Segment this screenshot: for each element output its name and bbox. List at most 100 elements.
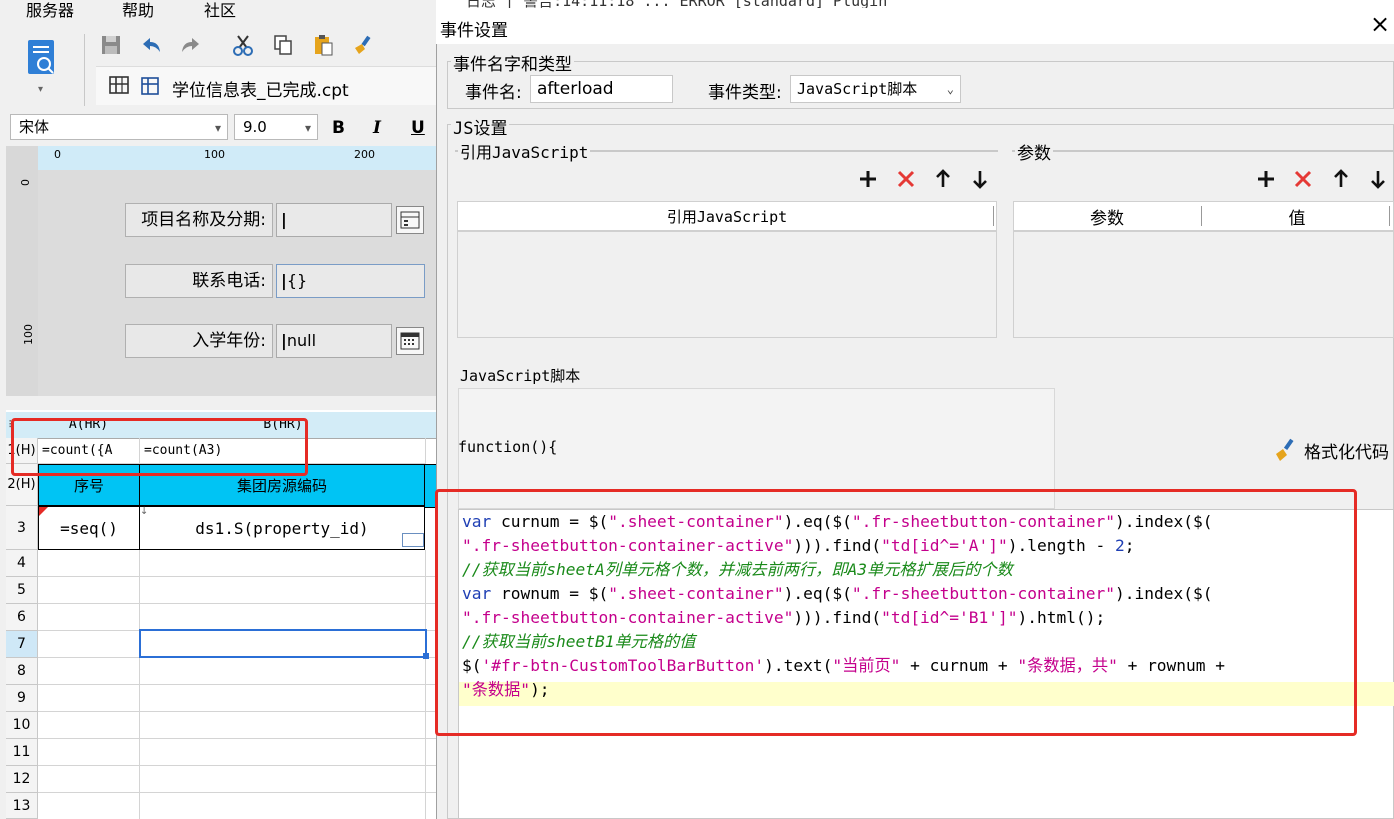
row-header[interactable]: 8 <box>6 658 38 685</box>
dialog-titlebar: 事件设置 × <box>436 8 1394 44</box>
param-input[interactable]: | <box>276 203 392 237</box>
font-size-value: 9.0 <box>243 118 267 136</box>
col-line <box>139 550 140 819</box>
delete-icon[interactable] <box>894 167 918 191</box>
params-list[interactable] <box>1013 231 1394 338</box>
template-icon[interactable] <box>26 38 60 78</box>
column-divider <box>1389 206 1390 226</box>
save-icon[interactable] <box>98 32 124 58</box>
param-down-icon[interactable] <box>1366 167 1390 191</box>
calendar-icon[interactable] <box>396 327 424 355</box>
delete-param-icon[interactable] <box>1291 167 1315 191</box>
font-size-select[interactable]: 9.0 ▾ <box>234 114 318 140</box>
italic-button[interactable]: I <box>373 118 381 138</box>
broom-icon[interactable] <box>1274 438 1298 462</box>
fill-handle[interactable] <box>423 653 429 659</box>
param-label: 联系电话: <box>125 264 273 298</box>
background-log-text: 日志 | 警告:14:11:18 ... ERROR [standard] Pl… <box>466 0 887 8</box>
chevron-down-icon: ⌄ <box>946 82 954 96</box>
ruler-tick-100: 100 <box>204 148 225 161</box>
function-header: function(){ <box>458 438 558 456</box>
ruler-tick-200: 200 <box>354 148 375 161</box>
bold-button[interactable]: B <box>332 118 345 138</box>
row-header[interactable]: 7 <box>6 631 38 658</box>
menu-bar: 服务器 帮助 社区 <box>0 0 436 26</box>
ruler-tick-0: 0 <box>54 148 61 161</box>
format-code-button[interactable]: 格式化代码 <box>1304 438 1389 463</box>
file-tab-name[interactable]: 学位信息表_已完成.cpt <box>172 76 349 101</box>
row-line <box>38 684 436 685</box>
value-column[interactable]: 值 <box>1202 204 1392 229</box>
event-group-title: 事件名字和类型 <box>451 50 574 75</box>
event-type-select[interactable]: JavaScript脚本 ⌄ <box>790 75 961 103</box>
row-header[interactable]: 10 <box>6 712 38 739</box>
selected-cell-b7[interactable] <box>139 629 427 658</box>
param-value: {} <box>286 271 308 290</box>
row-line <box>38 765 436 766</box>
ref-js-column[interactable]: 引用JavaScript <box>457 206 997 227</box>
event-name-label: 事件名: <box>465 83 522 103</box>
params-divider <box>1012 150 1394 152</box>
font-toolbar: 宋体 ▾ 9.0 ▾ B I U <box>0 112 436 146</box>
param-up-icon[interactable] <box>1329 167 1353 191</box>
ref-js-list[interactable] <box>457 231 997 338</box>
background-log-strip: 日志 | 警告:14:11:18 ... ERROR [standard] Pl… <box>436 0 1394 8</box>
grid-view-icon[interactable] <box>106 72 132 98</box>
param-column[interactable]: 参数 <box>1013 204 1201 229</box>
horizontal-ruler: 0 100 200 <box>38 146 436 171</box>
undo-icon[interactable] <box>138 32 164 58</box>
underline-button[interactable]: U <box>411 118 425 138</box>
col-line <box>425 550 426 819</box>
script-title: JavaScript脚本 <box>460 367 581 385</box>
row-header[interactable]: 12 <box>6 766 38 793</box>
vertical-ruler: 0 100 <box>6 170 39 396</box>
template-dropdown-icon[interactable]: ▾ <box>38 84 43 95</box>
param-input[interactable]: |{} <box>276 264 425 298</box>
ruler-tick-left-100: 100 <box>22 324 35 345</box>
menu-community[interactable]: 社区 <box>204 0 236 24</box>
cell-b3[interactable]: ds1.S(property_id) <box>139 506 425 550</box>
font-family-value: 宋体 <box>19 118 50 136</box>
row-header[interactable]: 5 <box>6 577 38 604</box>
param-label: 项目名称及分期: <box>125 203 273 237</box>
param-label: 入学年份: <box>125 324 273 358</box>
row-line <box>38 576 436 577</box>
ref-js-title: 引用JavaScript <box>458 139 591 163</box>
add-icon[interactable] <box>856 167 880 191</box>
move-down-icon[interactable] <box>968 167 992 191</box>
highlight-box-formulas <box>11 418 308 476</box>
row-header[interactable]: 13 <box>6 793 38 819</box>
move-up-icon[interactable] <box>931 167 955 191</box>
close-icon[interactable]: × <box>1370 10 1390 38</box>
highlight-box-code <box>435 489 1357 736</box>
toolbar-divider <box>84 34 85 106</box>
toolbar: ▾ 学位信息表_已完成.cpt <box>0 26 436 112</box>
row-line <box>38 738 436 739</box>
row-header[interactable]: 3 <box>6 506 38 550</box>
event-name-input[interactable]: afterload <box>530 75 673 103</box>
format-painter-icon[interactable] <box>350 32 376 58</box>
column-divider <box>993 206 994 226</box>
redo-icon[interactable] <box>178 32 204 58</box>
font-family-select[interactable]: 宋体 ▾ <box>10 114 228 140</box>
row-header[interactable]: 9 <box>6 685 38 712</box>
params-title: 参数 <box>1015 139 1053 164</box>
tree-select-icon[interactable] <box>396 206 424 234</box>
paste-icon[interactable] <box>310 32 336 58</box>
row-header[interactable]: 6 <box>6 604 38 631</box>
cell-flag-icon <box>39 507 48 516</box>
param-input[interactable]: |null <box>276 324 392 358</box>
cut-icon[interactable] <box>230 32 256 58</box>
event-type-value: JavaScript脚本 <box>797 80 918 98</box>
row-header[interactable]: 4 <box>6 550 38 577</box>
ruler-tick-left-0: 0 <box>19 179 32 186</box>
row-header[interactable]: 11 <box>6 739 38 766</box>
copy-icon[interactable] <box>270 32 296 58</box>
event-type-label: 事件类型: <box>708 83 782 103</box>
chevron-down-icon: ▾ <box>304 121 311 135</box>
add-param-icon[interactable] <box>1254 167 1278 191</box>
dialog-title: 事件设置 <box>440 21 508 41</box>
menu-help[interactable]: 帮助 <box>122 0 154 24</box>
menu-server[interactable]: 服务器 <box>26 0 74 24</box>
cell-a3[interactable]: =seq() <box>38 506 140 550</box>
